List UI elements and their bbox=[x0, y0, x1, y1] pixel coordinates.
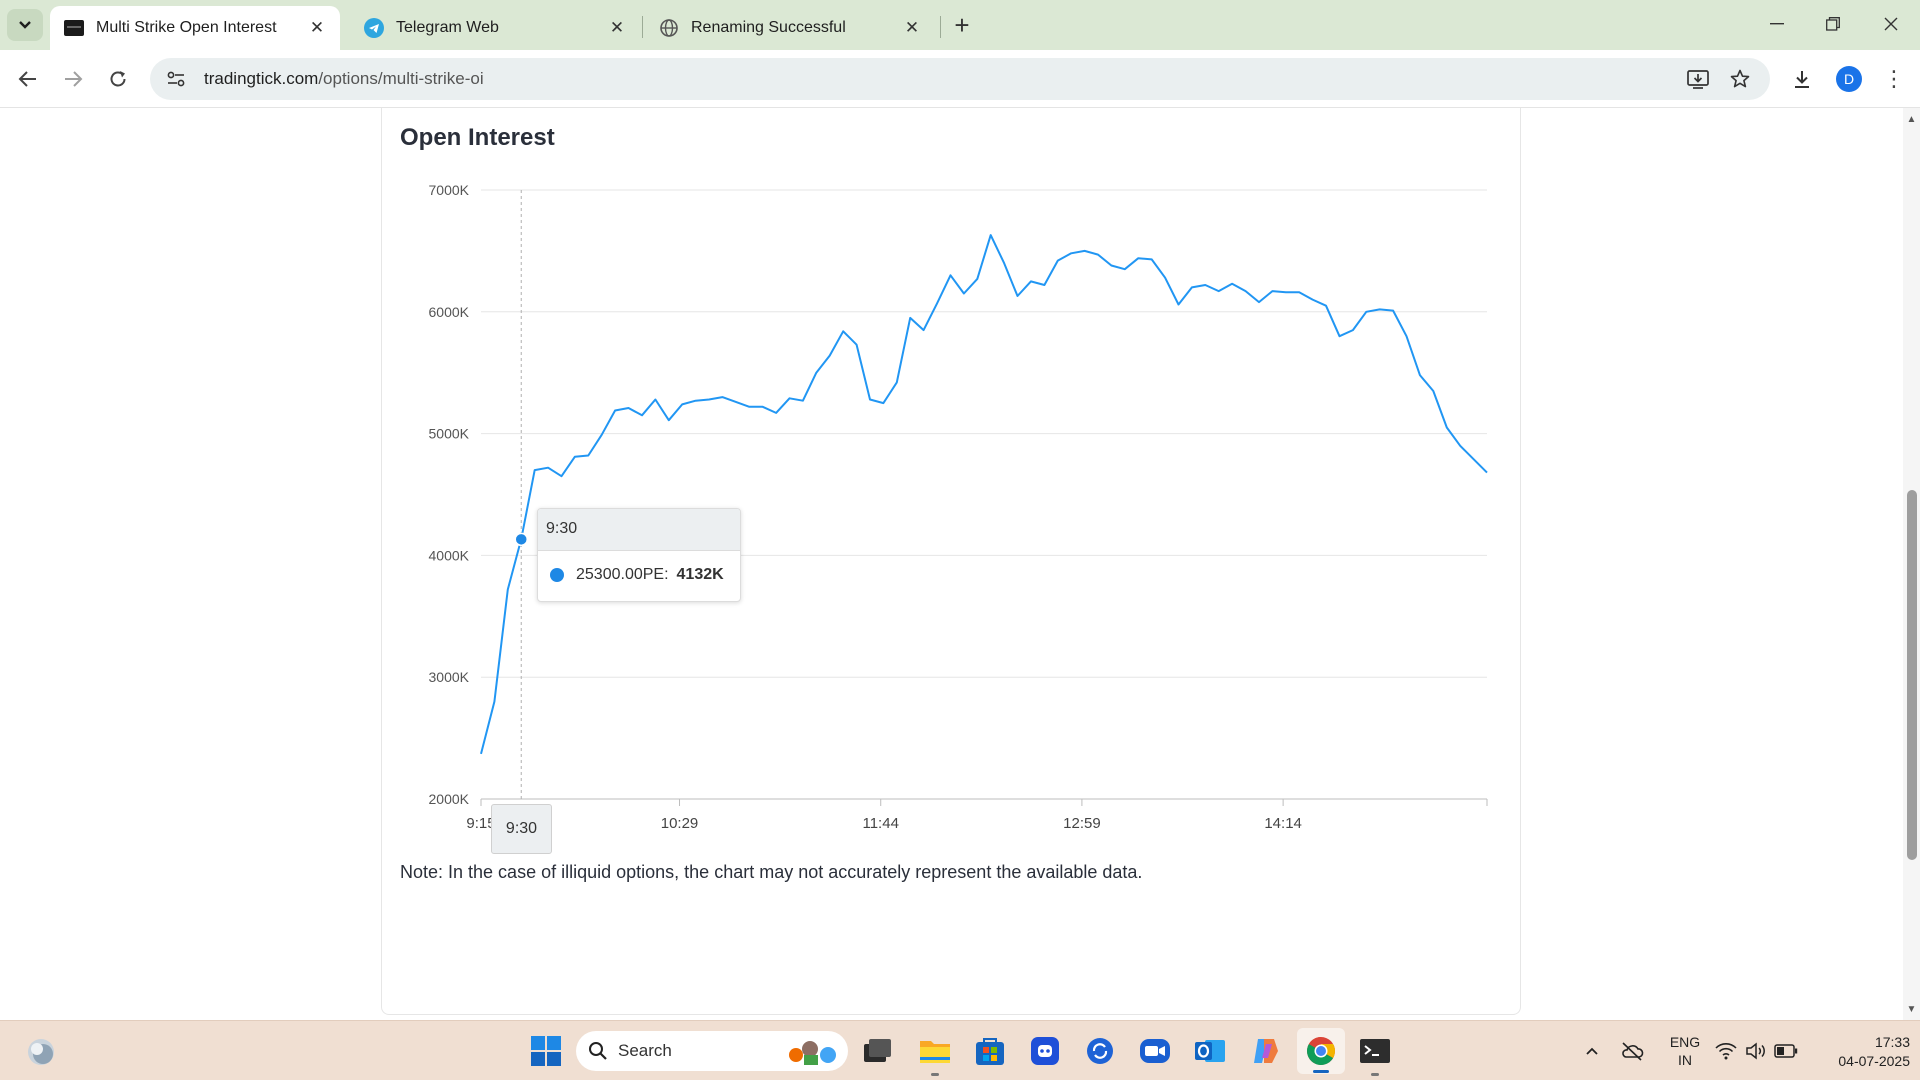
tab-telegram[interactable]: Telegram Web ✕ bbox=[350, 6, 640, 50]
address-bar[interactable]: tradingtick.com/options/multi-strike-oi bbox=[150, 58, 1770, 100]
task-view-icon[interactable] bbox=[860, 1033, 896, 1069]
battery-icon[interactable] bbox=[1774, 1039, 1798, 1063]
close-tab-icon[interactable]: ✕ bbox=[306, 17, 328, 39]
y-tick-label: 6000K bbox=[429, 304, 470, 320]
running-indicator bbox=[1371, 1073, 1379, 1076]
x-tick-label: 12:59 bbox=[1063, 815, 1101, 832]
scroll-up-icon[interactable]: ▲ bbox=[1906, 114, 1917, 125]
y-tick-label: 2000K bbox=[429, 791, 470, 807]
url-path: /options/multi-strike-oi bbox=[318, 69, 484, 88]
tab-search-button[interactable] bbox=[7, 9, 43, 41]
install-app-icon[interactable] bbox=[1684, 65, 1712, 93]
clock-date: 04-07-2025 bbox=[1838, 1053, 1910, 1069]
search-icon bbox=[589, 1042, 607, 1060]
region-code: IN bbox=[1678, 1052, 1692, 1068]
clock-time: 17:33 bbox=[1874, 1034, 1910, 1050]
windows-taskbar: Search ENG IN 17:33 04-07-2025 bbox=[0, 1020, 1920, 1080]
scroll-down-icon[interactable]: ▼ bbox=[1906, 1004, 1917, 1015]
system-clock[interactable]: 17:33 04-07-2025 bbox=[1810, 1033, 1910, 1071]
close-tab-icon[interactable]: ✕ bbox=[606, 17, 628, 39]
open-interest-chart[interactable]: 2000K3000K4000K5000K6000K7000K 9:15 10:29… bbox=[0, 108, 1903, 868]
crosshair-x-label: 9:30 bbox=[491, 804, 552, 854]
tab-separator bbox=[940, 16, 941, 38]
forward-icon[interactable] bbox=[57, 63, 89, 95]
new-tab-icon[interactable]: + bbox=[948, 10, 976, 40]
zoom-icon[interactable] bbox=[1137, 1033, 1173, 1069]
tab-strip: Multi Strike Open Interest ✕ Telegram We… bbox=[0, 0, 1920, 50]
outlook-icon[interactable] bbox=[1192, 1033, 1228, 1069]
tab-title: Renaming Successful bbox=[691, 19, 846, 36]
more-options-icon[interactable]: ⋮ bbox=[1878, 63, 1910, 95]
y-tick-label: 3000K bbox=[429, 669, 470, 685]
downloads-icon[interactable] bbox=[1786, 63, 1818, 95]
sync-app-icon[interactable] bbox=[1082, 1033, 1118, 1069]
x-tick-label: 10:29 bbox=[661, 815, 699, 832]
terminal-icon[interactable] bbox=[1357, 1033, 1393, 1076]
page-viewport: Open Interest 2000K 3000K 4000K 5000K 6000K 7… bbox=[0, 108, 1903, 1020]
tooltip-series-row: 25300.00PE: 4132K bbox=[538, 551, 740, 584]
running-indicator bbox=[1313, 1070, 1329, 1073]
profile-avatar[interactable]: D bbox=[1836, 66, 1862, 92]
language-indicator[interactable]: ENG IN bbox=[1666, 1033, 1704, 1069]
discord-icon[interactable] bbox=[1027, 1033, 1063, 1069]
page-scrollbar[interactable]: ▲ ▼ bbox=[1903, 108, 1920, 1020]
x-tick-label: 11:44 bbox=[862, 815, 898, 832]
language-code: ENG bbox=[1669, 1034, 1701, 1050]
back-icon[interactable] bbox=[12, 63, 44, 95]
close-tab-icon[interactable]: ✕ bbox=[901, 17, 923, 39]
windows-start-icon[interactable] bbox=[530, 1035, 562, 1067]
show-hidden-icons-chevron-up-icon[interactable] bbox=[1580, 1039, 1604, 1063]
url-host: tradingtick.com bbox=[204, 69, 319, 88]
tooltip-series-label: 25300.00PE: bbox=[576, 566, 669, 583]
telegram-icon bbox=[364, 18, 384, 38]
y-tick-label: 7000K bbox=[429, 182, 470, 198]
tab-renaming-successful[interactable]: Renaming Successful ✕ bbox=[645, 6, 935, 50]
taskbar-search-box[interactable]: Search bbox=[576, 1031, 848, 1071]
close-window-icon[interactable] bbox=[1868, 8, 1914, 40]
chart-tooltip: 9:30 25300.00PE: 4132K bbox=[537, 508, 741, 602]
browser-toolbar: tradingtick.com/options/multi-strike-oi … bbox=[0, 50, 1920, 108]
scrollbar-thumb[interactable] bbox=[1907, 490, 1917, 860]
minimize-icon[interactable] bbox=[1754, 8, 1800, 40]
illiquid-note: Note: In the case of illiquid options, t… bbox=[400, 862, 1143, 882]
oi-series-line[interactable] bbox=[480, 234, 1488, 755]
file-explorer-icon[interactable] bbox=[917, 1033, 953, 1076]
tradingtick-favicon-icon bbox=[64, 18, 84, 38]
tooltip-value: 4132K bbox=[676, 566, 724, 583]
tab-title: Telegram Web bbox=[396, 19, 499, 36]
site-info-icon[interactable] bbox=[162, 65, 190, 93]
x-tick-label: 14:14 bbox=[1264, 815, 1302, 832]
running-indicator bbox=[931, 1073, 939, 1076]
tab-title: Multi Strike Open Interest bbox=[96, 19, 277, 36]
search-highlight-illustration-icon bbox=[789, 1041, 836, 1065]
highlighted-data-point[interactable] bbox=[514, 532, 528, 547]
copilot-icon[interactable] bbox=[1247, 1033, 1283, 1069]
reload-icon[interactable] bbox=[102, 63, 134, 95]
tab-separator bbox=[642, 16, 643, 38]
volume-icon[interactable] bbox=[1744, 1039, 1768, 1063]
y-tick-label: 4000K bbox=[429, 547, 470, 563]
globe-icon bbox=[659, 18, 679, 38]
chrome-icon[interactable] bbox=[1297, 1028, 1345, 1074]
search-label: Search bbox=[618, 1041, 672, 1060]
onedrive-offline-icon[interactable] bbox=[1620, 1039, 1644, 1063]
series-color-dot bbox=[550, 568, 564, 582]
restore-icon[interactable] bbox=[1810, 8, 1856, 40]
tab-multi-strike-oi[interactable]: Multi Strike Open Interest ✕ bbox=[50, 6, 340, 50]
tooltip-time: 9:30 bbox=[538, 509, 740, 551]
widgets-weather-icon[interactable] bbox=[24, 1035, 58, 1069]
url-text[interactable]: tradingtick.com/options/multi-strike-oi bbox=[204, 69, 484, 89]
y-tick-label: 5000K bbox=[429, 426, 470, 442]
bookmark-star-icon[interactable] bbox=[1726, 65, 1754, 93]
chevron-down-icon bbox=[19, 21, 31, 29]
microsoft-store-icon[interactable] bbox=[972, 1033, 1008, 1069]
wifi-icon[interactable] bbox=[1714, 1039, 1738, 1063]
